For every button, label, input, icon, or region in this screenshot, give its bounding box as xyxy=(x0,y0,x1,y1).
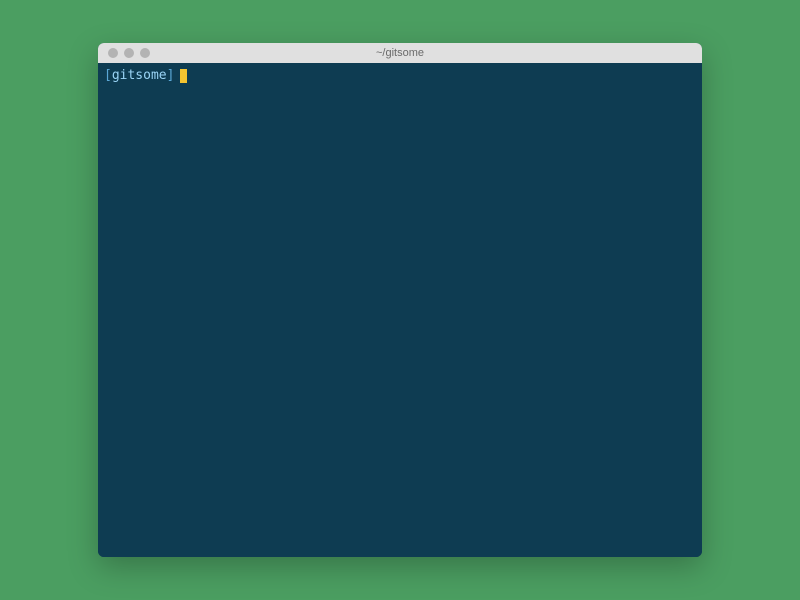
prompt-line: [gitsome] xyxy=(104,67,696,85)
terminal-window: ~/gitsome [gitsome] xyxy=(98,43,702,557)
prompt-name: gitsome xyxy=(112,67,167,85)
minimize-icon[interactable] xyxy=(124,48,134,58)
close-icon[interactable] xyxy=(108,48,118,58)
maximize-icon[interactable] xyxy=(140,48,150,58)
prompt-close-bracket: ] xyxy=(167,67,175,85)
titlebar[interactable]: ~/gitsome xyxy=(98,43,702,63)
window-title: ~/gitsome xyxy=(98,47,702,59)
cursor-icon xyxy=(180,69,187,83)
prompt-open-bracket: [ xyxy=(104,67,112,85)
terminal-body[interactable]: [gitsome] xyxy=(98,63,702,557)
traffic-lights xyxy=(108,48,150,58)
